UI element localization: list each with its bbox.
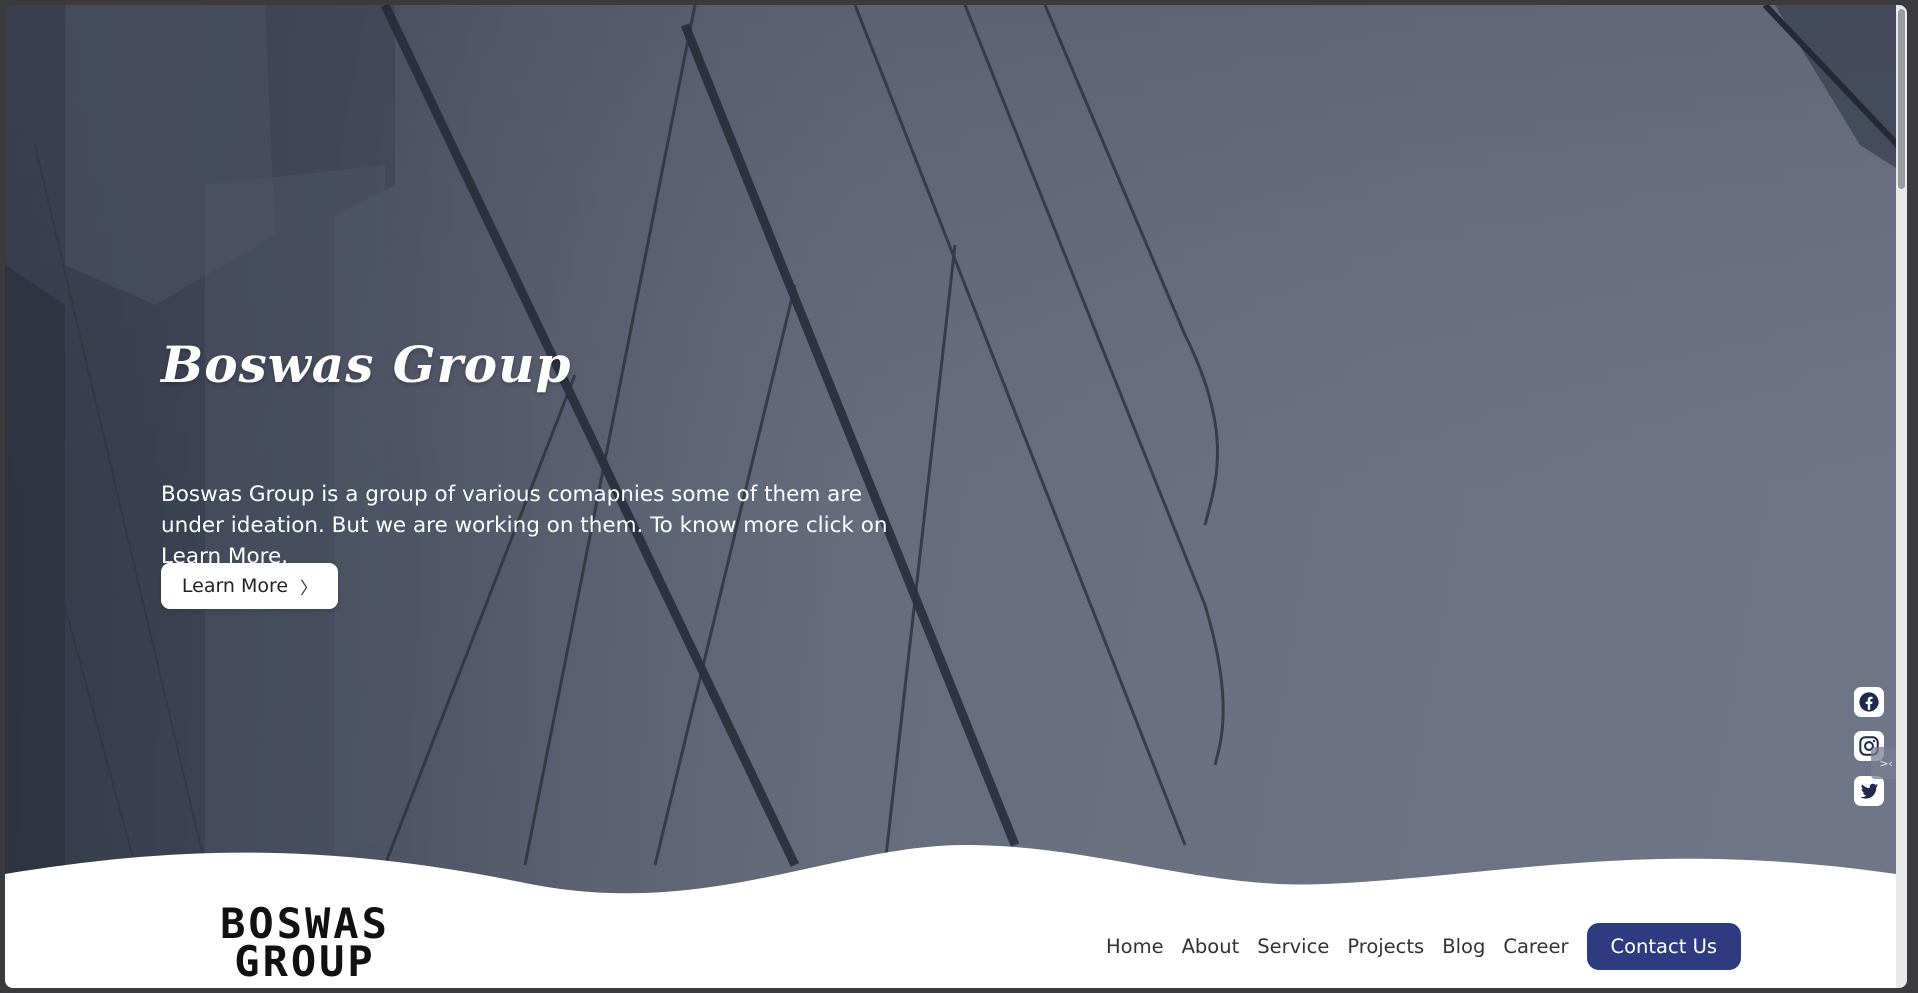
logo-line-2: GROUP — [234, 937, 376, 986]
collapse-arrows-icon: >‹ — [1879, 756, 1893, 770]
twitter-link[interactable] — [1854, 776, 1884, 806]
facebook-link[interactable] — [1854, 687, 1884, 717]
nav-service-link[interactable]: Service — [1257, 935, 1329, 958]
main-navigation: Home About Service Projects Blog Career … — [1106, 923, 1741, 970]
facebook-icon — [1859, 692, 1879, 712]
learn-more-button[interactable]: Learn More 〉 — [161, 563, 338, 609]
scrollbar-thumb[interactable] — [1898, 9, 1905, 189]
nav-projects-link[interactable]: Projects — [1347, 935, 1424, 958]
learn-more-label: Learn More — [181, 575, 289, 597]
nav-blog-link[interactable]: Blog — [1442, 935, 1485, 958]
browser-viewport: Boswas Group Boswas Group is a group of … — [5, 5, 1907, 988]
nav-home-link[interactable]: Home — [1106, 935, 1164, 958]
twitter-icon — [1859, 783, 1879, 799]
hero-title: Boswas Group — [161, 335, 572, 394]
boswas-group-logo[interactable]: BOSWAS GROUP — [195, 903, 415, 986]
chevron-right-icon: 〉 — [300, 578, 318, 599]
contact-us-button[interactable]: Contact Us — [1586, 923, 1741, 970]
hero-description: Boswas Group is a group of various comap… — [161, 481, 888, 569]
nav-career-link[interactable]: Career — [1503, 935, 1568, 958]
page-scrollbar[interactable] — [1896, 5, 1907, 988]
nav-about-link[interactable]: About — [1182, 935, 1240, 958]
